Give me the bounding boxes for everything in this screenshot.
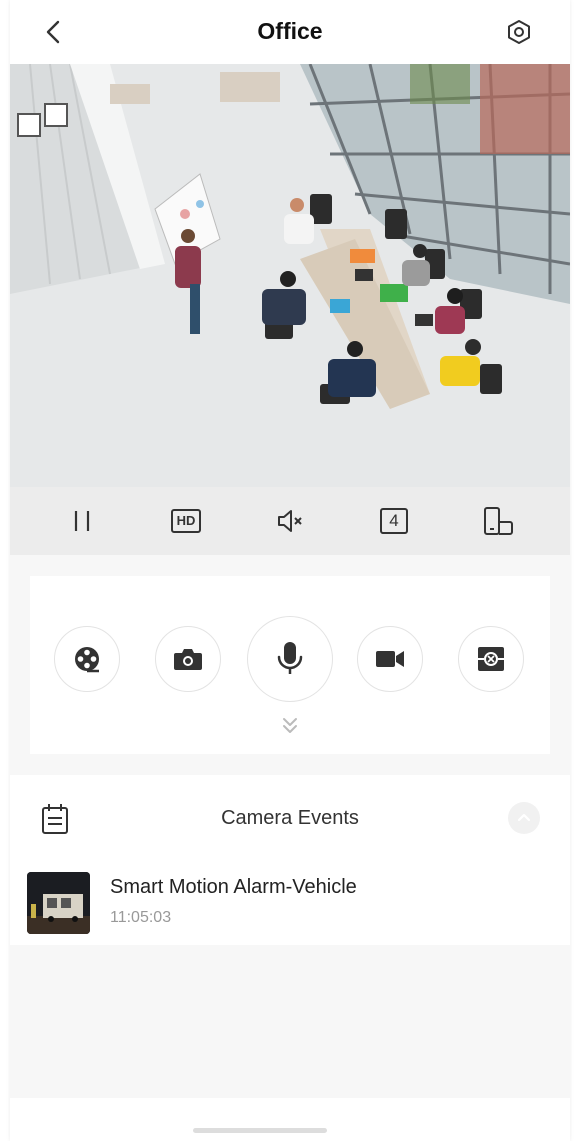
camera-feed-image xyxy=(10,64,570,487)
film-reel-icon xyxy=(75,647,99,673)
bottom-safe-area xyxy=(10,1098,570,1141)
hd-label: HD xyxy=(176,513,196,528)
video-controls-bar: HD 4 xyxy=(10,487,570,555)
cruise-button[interactable] xyxy=(458,626,524,692)
speaker-muted-icon xyxy=(278,510,302,532)
event-thumbnail xyxy=(27,872,90,934)
app-frame: Office HD 4 Camera Events Smart Motion A… xyxy=(10,0,570,1141)
pause-icon xyxy=(74,511,90,531)
mute-button[interactable] xyxy=(274,505,306,537)
talk-button[interactable] xyxy=(247,616,333,702)
split-screen-count: 4 xyxy=(389,511,399,530)
event-title: Smart Motion Alarm-Vehicle xyxy=(110,876,357,898)
split-screen-button[interactable]: 4 xyxy=(378,505,410,537)
double-chevron-down-icon xyxy=(283,718,297,733)
event-time: 11:05:03 xyxy=(110,909,172,926)
camera-events-title: Camera Events xyxy=(221,807,359,829)
live-video-view[interactable] xyxy=(10,64,570,487)
hd-toggle-button[interactable]: HD xyxy=(170,505,202,537)
chevron-up-icon xyxy=(517,813,531,822)
camera-icon xyxy=(174,649,202,670)
top-bar: Office xyxy=(10,0,570,64)
pause-button[interactable] xyxy=(66,505,98,537)
cruise-icon xyxy=(478,647,504,671)
event-list-item[interactable]: Smart Motion Alarm-Vehicle 11:05:03 xyxy=(27,872,557,936)
quick-actions-panel xyxy=(30,576,550,754)
rotate-screen-button[interactable] xyxy=(482,505,514,537)
rotate-device-icon xyxy=(484,507,513,535)
microphone-icon xyxy=(277,642,303,674)
expand-panel-button[interactable] xyxy=(280,716,300,736)
camera-events-section: Camera Events Smart Motion Alarm-Vehicle… xyxy=(10,775,570,945)
snapshot-button[interactable] xyxy=(155,626,221,692)
home-indicator[interactable] xyxy=(193,1128,327,1133)
record-button[interactable] xyxy=(357,626,423,692)
collapse-events-button[interactable] xyxy=(508,802,540,834)
settings-button[interactable] xyxy=(506,19,532,45)
page-title: Office xyxy=(257,18,323,44)
hexagon-settings-icon xyxy=(508,20,530,44)
playback-button[interactable] xyxy=(54,626,120,692)
video-record-icon xyxy=(376,651,404,667)
